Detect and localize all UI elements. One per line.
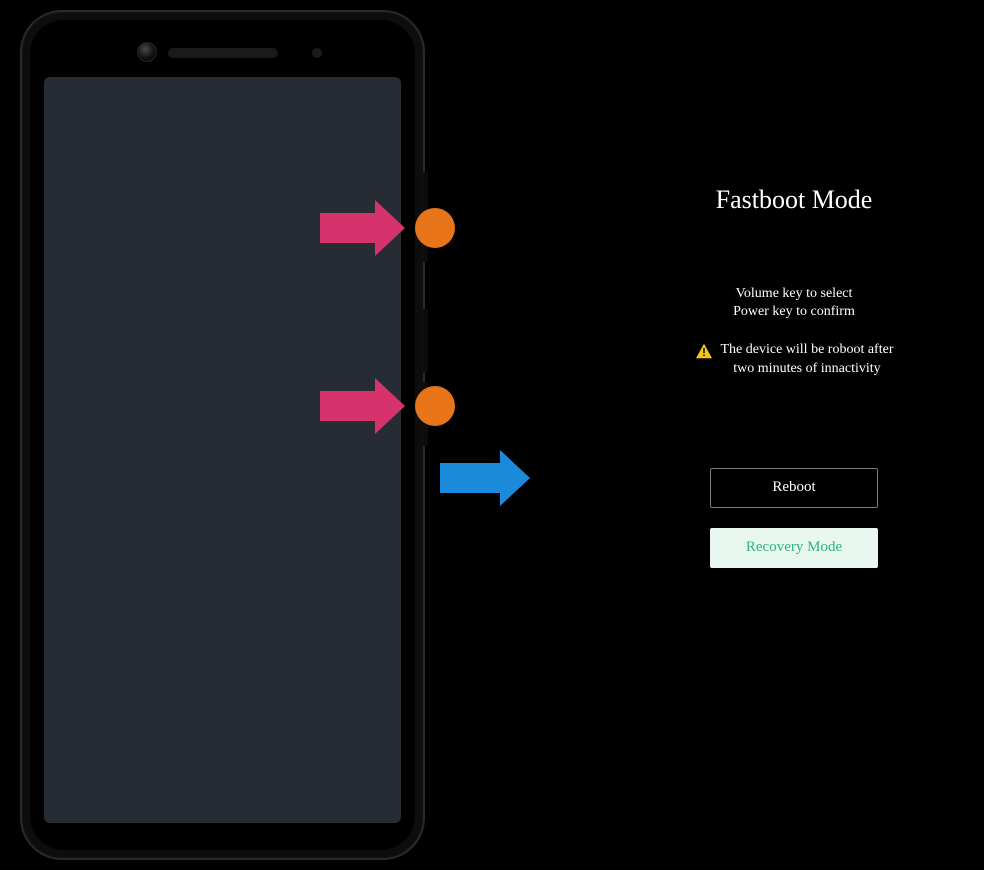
fastboot-warning: The device will be roboot after two minu… (640, 341, 948, 377)
fastboot-title: Fastboot Mode (640, 185, 948, 215)
reboot-button[interactable]: Reboot (710, 468, 878, 508)
indicator-dot-bottom-icon (415, 386, 455, 426)
fastboot-instructions: Volume key to select Power key to confir… (640, 285, 948, 321)
front-camera-icon (137, 42, 157, 62)
recovery-mode-button[interactable]: Recovery Mode (710, 528, 878, 568)
warning-text: The device will be roboot after two minu… (721, 341, 894, 377)
warning-icon (695, 343, 713, 359)
phone-mockup (20, 10, 425, 860)
volume-up-button[interactable] (423, 309, 428, 373)
phone-screen (44, 77, 401, 823)
fastboot-buttons: Reboot Recovery Mode (640, 468, 948, 568)
instruction-line: Volume key to select (640, 285, 948, 303)
warning-line: two minutes of innactivity (721, 360, 894, 378)
earpiece-icon (168, 48, 278, 58)
indicator-dot-top-icon (415, 208, 455, 248)
sensor-icon (312, 48, 322, 58)
arrow-press-bottom-icon (320, 378, 405, 434)
arrow-proceed-icon (440, 450, 530, 506)
instruction-line: Power key to confirm (640, 303, 948, 321)
arrow-press-top-icon (320, 200, 405, 256)
warning-line: The device will be roboot after (721, 341, 894, 359)
fastboot-panel: Fastboot Mode Volume key to select Power… (640, 185, 948, 568)
